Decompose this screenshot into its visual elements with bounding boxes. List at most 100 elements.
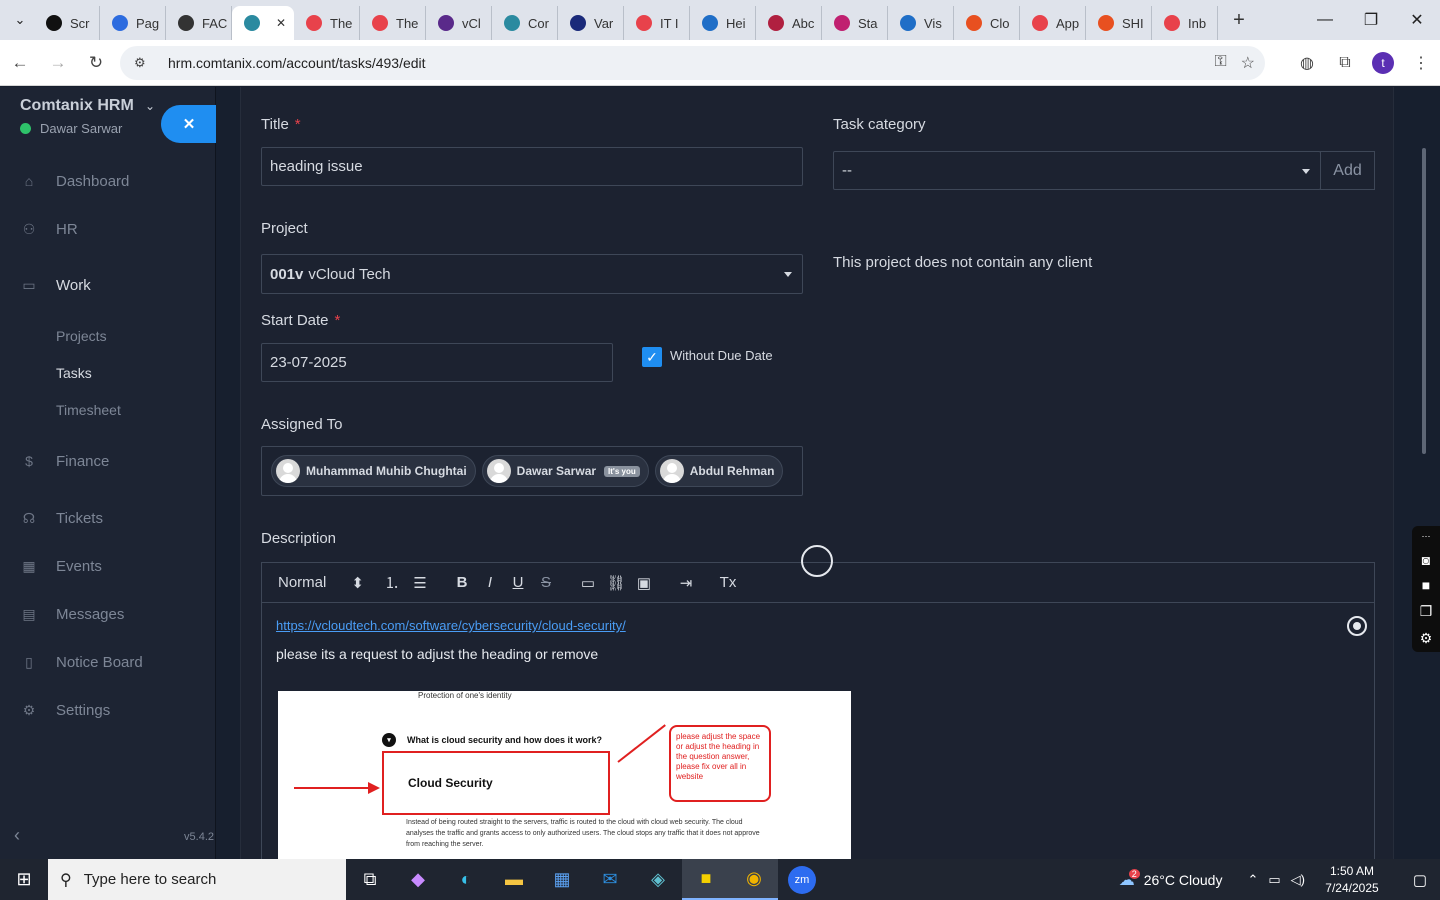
sidebar-item-finance[interactable]: $ Finance [0, 428, 216, 494]
chevron-down-icon[interactable]: ⌄ [145, 99, 155, 113]
close-sidebar-button[interactable]: ✕ [161, 105, 217, 143]
close-tab-icon[interactable]: ✕ [276, 16, 286, 30]
sidebar-item-notice-board[interactable]: ▯ Notice Board [0, 638, 216, 686]
browser-tab[interactable]: The [294, 6, 360, 40]
page-scrollbar-thumb[interactable] [1422, 148, 1426, 454]
taskbar-search[interactable]: ⚲ Type here to search [48, 859, 346, 900]
maximize-button[interactable]: ❐ [1348, 0, 1394, 40]
browser-tab[interactable]: FAC [166, 6, 232, 40]
editor-content[interactable]: https://vcloudtech.com/software/cybersec… [262, 603, 1374, 676]
sidebar-item-timesheet[interactable]: Timesheet [0, 391, 216, 428]
browser-menu-icon[interactable]: ⋮ [1402, 53, 1440, 73]
new-tab-button[interactable]: + [1224, 9, 1254, 32]
sidebar-item-projects[interactable]: Projects [0, 317, 216, 354]
address-bar[interactable]: ⚙ hrm.comtanix.com/account/tasks/493/edi… [120, 46, 1265, 80]
browser-tab[interactable]: Var [558, 6, 624, 40]
store-icon[interactable]: ▦ [538, 859, 586, 900]
notification-icon[interactable]: ▢ [1400, 871, 1440, 889]
browser-tab[interactable]: IT I [624, 6, 690, 40]
browser-tab[interactable]: ✕ [232, 6, 294, 40]
assignee-chip[interactable]: Dawar Sarwar It's you [481, 455, 649, 487]
sidebar-item-work[interactable]: ▭ Work [0, 253, 216, 317]
browser-tab[interactable]: App [1020, 6, 1086, 40]
browser-tab[interactable]: The [360, 6, 426, 40]
start-date-input[interactable]: 23-07-2025 [261, 343, 613, 382]
windows-start-icon[interactable]: ⊞ [0, 859, 48, 900]
video-icon[interactable]: ▣ [630, 574, 658, 592]
app-diamond-icon[interactable]: ◈ [634, 859, 682, 900]
edge-icon[interactable]: ◐ [442, 859, 490, 900]
sticky-notes-icon[interactable]: ■ [682, 859, 730, 900]
browser-tab[interactable]: Hei [690, 6, 756, 40]
window-icon[interactable]: ❐ [1420, 603, 1433, 620]
without-due-date-checkbox[interactable]: ✓ [642, 347, 662, 367]
reload-button[interactable]: ↻ [78, 53, 114, 73]
camera-icon[interactable]: ◙ [1422, 552, 1430, 568]
weather-widget[interactable]: ☁ 2 26°C Cloudy [1119, 868, 1222, 890]
grammar-assistant-icon[interactable] [1347, 616, 1367, 636]
assignee-chip[interactable]: Muhammad Muhib Chughtai [271, 455, 476, 487]
browser-tab[interactable]: Cor [492, 6, 558, 40]
forward-button[interactable]: → [40, 53, 76, 73]
sidebar-item-messages[interactable]: ▤ Messages [0, 590, 216, 638]
browser-tab[interactable]: Sta [822, 6, 888, 40]
bullet-list-icon[interactable]: ☰ [406, 574, 434, 592]
browser-tab[interactable]: Vis [888, 6, 954, 40]
sidebar-item-dashboard[interactable]: ⌂ Dashboard [0, 157, 216, 205]
translate-icon[interactable]: ◍ [1288, 53, 1326, 73]
image-icon[interactable]: ▭ [574, 574, 602, 592]
ordered-list-icon[interactable]: ⒈ [378, 572, 406, 593]
title-input[interactable]: heading issue [261, 147, 803, 186]
indent-icon[interactable]: ⇥ [672, 574, 700, 592]
video-camera-icon[interactable]: ■ [1422, 577, 1430, 593]
underline-icon[interactable]: U [504, 574, 532, 591]
copilot-icon[interactable]: ◆ [394, 859, 442, 900]
chevron-up-icon[interactable]: ⌃ [1247, 872, 1258, 888]
italic-icon[interactable]: I [476, 574, 504, 591]
bold-icon[interactable]: B [448, 574, 476, 591]
without-due-date-label[interactable]: Without Due Date [670, 348, 773, 363]
file-explorer-icon[interactable]: ▬ [490, 859, 538, 900]
project-select[interactable]: 001v vCloud Tech [261, 254, 803, 294]
add-category-button[interactable]: Add [1320, 151, 1375, 190]
sidebar-item-tickets[interactable]: ☊ Tickets [0, 494, 216, 542]
link-icon[interactable]: ⛓ [602, 574, 630, 592]
close-window-button[interactable]: ✕ [1394, 0, 1440, 40]
browser-tab[interactable]: Pag [100, 6, 166, 40]
back-button[interactable]: ← [2, 53, 38, 73]
network-icon[interactable]: ▭ [1268, 872, 1280, 888]
description-link[interactable]: https://vcloudtech.com/software/cybersec… [276, 618, 626, 633]
clear-format-icon[interactable]: Tx [714, 574, 742, 591]
sidebar-item-tasks[interactable]: Tasks [0, 354, 216, 391]
format-select[interactable]: Normal ⬍ [278, 574, 378, 592]
browser-tab[interactable]: Clo [954, 6, 1020, 40]
task-view-icon[interactable]: ⧉ [346, 859, 394, 900]
collapse-sidebar-icon[interactable]: ‹ [14, 825, 20, 846]
taskbar-clock[interactable]: 1:50 AM 7/24/2025 [1310, 863, 1394, 897]
sidebar-item-hr[interactable]: ⚇ HR [0, 205, 216, 253]
browser-tab[interactable]: SHI [1086, 6, 1152, 40]
chrome-icon[interactable]: ◉ [730, 859, 778, 900]
profile-avatar[interactable]: t [1372, 52, 1394, 74]
sidebar-item-settings[interactable]: ⚙ Settings [0, 686, 216, 734]
browser-tab[interactable]: vCl [426, 6, 492, 40]
strike-icon[interactable]: S [532, 574, 560, 591]
task-category-select[interactable]: -- [833, 151, 1321, 190]
browser-tab[interactable]: Abc [756, 6, 822, 40]
volume-icon[interactable]: ◁) [1291, 872, 1305, 888]
mail-icon[interactable]: ✉ [586, 859, 634, 900]
password-key-icon[interactable]: ⚿ [1214, 53, 1226, 73]
assignee-chip[interactable]: Abdul Rehman [654, 455, 784, 487]
browser-tab[interactable]: Inb [1152, 6, 1218, 40]
assignee-select[interactable]: Muhammad Muhib Chughtai Dawar Sarwar It's… [261, 446, 803, 496]
brand-name[interactable]: Comtanix HRM [20, 97, 134, 115]
site-info-icon[interactable]: ⚙ [134, 55, 156, 71]
gear-icon[interactable]: ⚙ [1420, 630, 1433, 647]
bookmark-star-icon[interactable]: ☆ [1241, 53, 1255, 73]
zoom-icon[interactable]: zm [778, 859, 826, 900]
description-editor[interactable]: Normal ⬍ ⒈ ☰ B I U S ▭ ⛓ ▣ ⇥ Tx https://v… [261, 562, 1375, 862]
tab-search-button[interactable]: ⌄ [6, 6, 34, 34]
more-icon[interactable]: ⋯ [1422, 531, 1431, 542]
sidebar-item-events[interactable]: ▦ Events [0, 542, 216, 590]
minimize-button[interactable]: — [1302, 0, 1348, 40]
